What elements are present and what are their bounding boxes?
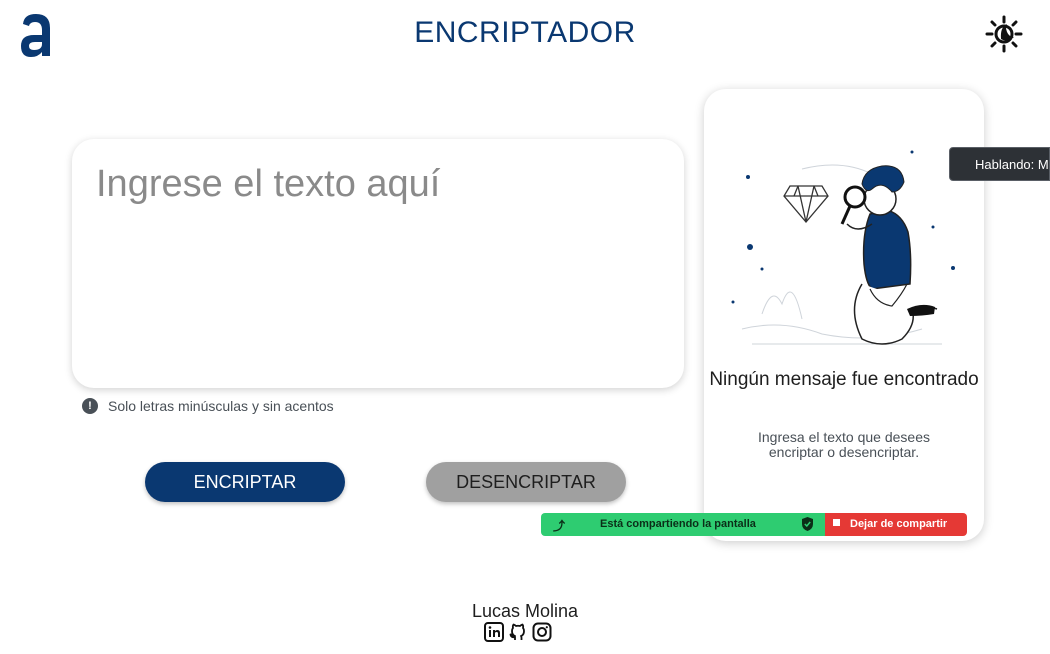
shield-icon (802, 517, 813, 531)
hint-text: Solo letras minúsculas y sin acentos (108, 398, 334, 414)
input-card (72, 139, 684, 388)
input-hint: ! Solo letras minúsculas y sin acentos (82, 397, 334, 415)
instagram-icon[interactable] (532, 622, 552, 642)
social-links (484, 622, 552, 642)
footer-author: Lucas Molina (471, 601, 579, 621)
stop-square-icon (833, 519, 840, 526)
theme-toggle-icon[interactable] (985, 15, 1023, 53)
linkedin-icon[interactable] (484, 622, 504, 642)
stop-sharing-label: Dejar de compartir (850, 518, 948, 530)
encrypt-button[interactable]: ENCRIPTAR (145, 462, 345, 502)
person-magnifier-illustration (731, 150, 955, 345)
output-title: Ningún mensaje fue encontrado (709, 369, 979, 390)
output-card: Ningún mensaje fue encontrado Ingresa el… (704, 89, 984, 541)
screen-share-bar: ⤴ Está compartiendo la pantalla Dejar de… (541, 513, 967, 536)
exclamation-icon: ! (82, 398, 98, 414)
decrypt-button[interactable]: DESENCRIPTAR (426, 462, 626, 502)
sharing-status: ⤴ Está compartiendo la pantalla (541, 513, 825, 536)
sharing-status-text: Está compartiendo la pantalla (600, 518, 756, 530)
stop-sharing-button[interactable]: Dejar de compartir (825, 513, 967, 536)
github-icon[interactable] (508, 622, 528, 642)
speaking-indicator: Hablando: M (949, 147, 1050, 181)
text-input[interactable] (94, 161, 668, 370)
output-text: Ingresa el texto que desees encriptar o … (757, 429, 930, 460)
share-arrow-icon: ⤴ (553, 519, 566, 533)
page-title: ENCRIPTADOR (414, 16, 636, 49)
